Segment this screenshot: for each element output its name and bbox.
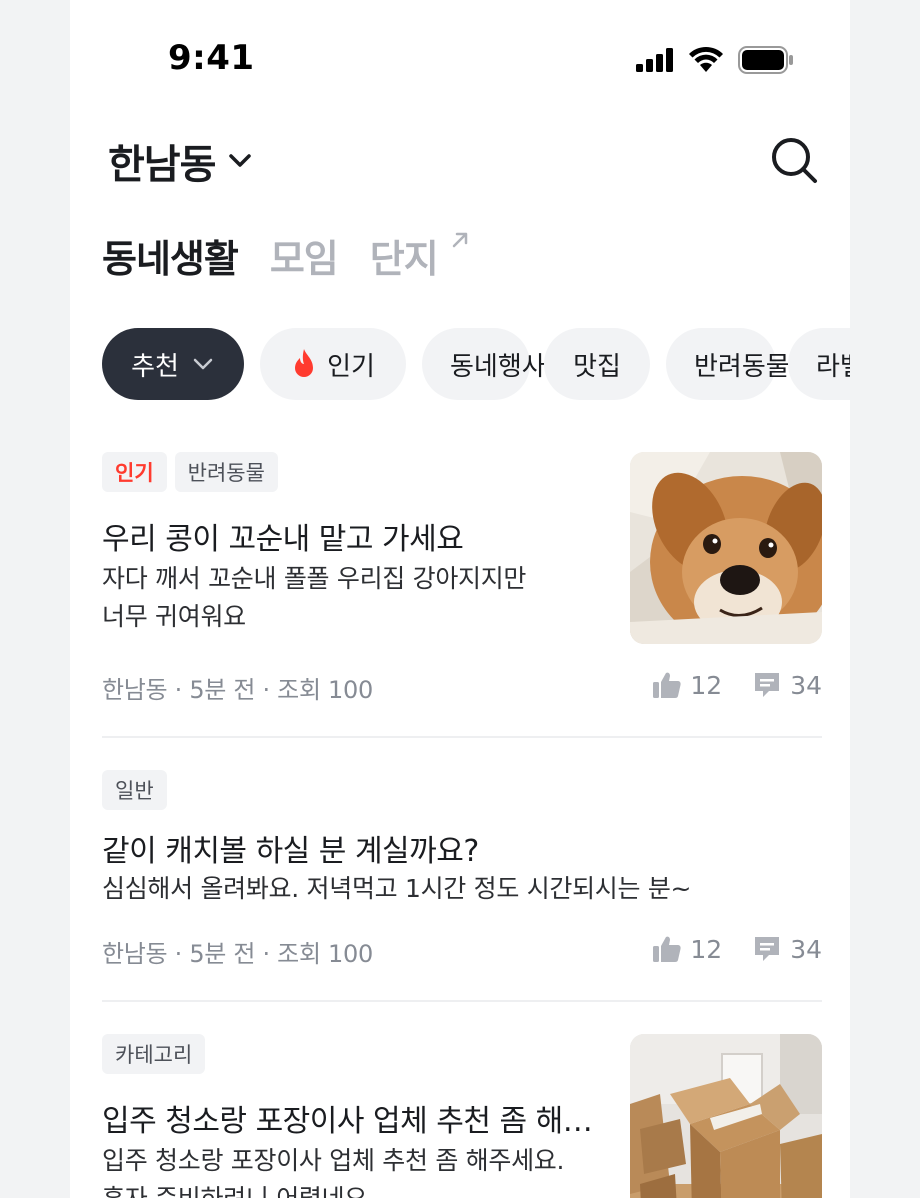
chip-label-more[interactable]: 라벨 xyxy=(788,328,850,400)
post-title: 우리 콩이 꼬순내 맡고 가세요 xyxy=(102,522,464,557)
chip-label: 동네행사 xyxy=(450,351,546,382)
phone-screen: 9:41 한남동 동네생활 모임 단지 추천 인기 동네행사 맛집 반려동물 라… xyxy=(70,0,850,1198)
chip-popular[interactable]: 인기 xyxy=(260,328,406,400)
tab-complex[interactable]: 단지 xyxy=(369,228,467,283)
badge-category: 카테고리 xyxy=(102,1034,206,1074)
tab-neighborhood-life[interactable]: 동네생활 xyxy=(102,228,239,283)
status-bar: 9:41 xyxy=(70,0,850,110)
battery-icon xyxy=(738,46,793,74)
post-body-line: 혼자 준비하려니 어렵네요 xyxy=(102,1180,602,1198)
post-body-line: 심심해서 올려봐요. 저녁먹고 1시간 정도 시간되시는 분~ xyxy=(102,874,692,903)
search-icon[interactable] xyxy=(770,136,818,184)
chip-label: 추천 xyxy=(131,351,179,382)
comment-count: 34 xyxy=(790,670,822,700)
status-icons xyxy=(632,44,794,76)
post-item[interactable]: 일반 같이 캐치볼 하실 분 계실까요? 심심해서 올려봐요. 저녁먹고 1시간… xyxy=(102,770,822,970)
chip-recommended[interactable]: 추천 xyxy=(102,328,244,400)
divider xyxy=(102,1000,822,1002)
moving-boxes-photo xyxy=(630,1034,822,1198)
post-meta: 한남동 · 5분 전 · 조회 100 xyxy=(102,676,373,704)
status-time: 9:41 xyxy=(168,38,255,78)
category-chips: 추천 인기 동네행사 맛집 반려동물 라벨 xyxy=(102,328,850,400)
comment-icon[interactable] xyxy=(752,934,782,964)
post-title: 같이 캐치볼 하실 분 계실까요? xyxy=(102,834,479,869)
thumbs-up-icon[interactable] xyxy=(652,934,682,964)
post-item[interactable]: 카테고리 입주 청소랑 포장이사 업체 추천 좀 해… 입주 청소랑 포장이사 … xyxy=(102,1034,822,1198)
fire-icon xyxy=(295,349,314,377)
tab-meetups[interactable]: 모임 xyxy=(270,228,339,283)
badge-category: 반려동물 xyxy=(174,452,278,492)
post-badges: 일반 xyxy=(102,770,822,810)
chevron-down-icon xyxy=(229,154,252,167)
post-thumbnail-dog xyxy=(630,452,822,644)
post-meta: 한남동 · 5분 전 · 조회 100 xyxy=(102,940,373,968)
wifi-icon xyxy=(689,46,723,72)
chip-label: 맛집 xyxy=(573,351,621,382)
signal-icon xyxy=(636,48,673,72)
post-body: 자다 깨서 꼬순내 폴폴 우리집 강아지지만 너무 귀여워요 xyxy=(102,560,602,636)
location-selector[interactable]: 한남동 xyxy=(108,132,255,190)
chip-local-events[interactable]: 동네행사 xyxy=(422,328,546,400)
post-stats: 12 34 xyxy=(652,670,822,700)
chip-label: 반려동물 xyxy=(694,351,790,382)
post-thumbnail-boxes xyxy=(630,1034,822,1198)
app-header: 한남동 xyxy=(70,118,850,198)
comment-count: 34 xyxy=(790,934,822,964)
thumbs-up-icon[interactable] xyxy=(652,670,682,700)
post-item[interactable]: 인기 반려동물 우리 콩이 꼬순내 맡고 가세요 자다 깨서 꼬순내 폴폴 우리… xyxy=(102,452,822,704)
post-body-line: 자다 깨서 꼬순내 폴폴 우리집 강아지지만 xyxy=(102,564,527,593)
post-body-line: 너무 귀여워요 xyxy=(102,602,246,631)
chip-label: 인기 xyxy=(327,351,375,382)
divider xyxy=(102,736,822,738)
chevron-down-icon xyxy=(193,358,213,370)
badge-category: 일반 xyxy=(102,770,167,810)
chip-restaurants[interactable]: 맛집 xyxy=(544,328,650,400)
comment-icon[interactable] xyxy=(752,670,782,700)
chip-pets[interactable]: 반려동물 xyxy=(666,328,790,400)
post-title: 입주 청소랑 포장이사 업체 추천 좀 해… xyxy=(102,1104,593,1139)
post-body: 입주 청소랑 포장이사 업체 추천 좀 해주세요. 혼자 준비하려니 어렵네요 xyxy=(102,1142,602,1198)
location-label: 한남동 xyxy=(108,142,216,188)
top-tabs: 동네생활 모임 단지 xyxy=(102,228,470,292)
post-stats: 12 34 xyxy=(652,934,822,964)
like-count: 12 xyxy=(690,670,723,700)
like-count: 12 xyxy=(690,934,723,964)
badge-popular: 인기 xyxy=(102,452,167,492)
tab-complex-label: 단지 xyxy=(369,237,439,281)
chip-label: 라벨 xyxy=(816,351,850,382)
external-link-icon xyxy=(452,232,467,248)
post-body-line: 입주 청소랑 포장이사 업체 추천 좀 해주세요. xyxy=(102,1146,565,1175)
post-body: 심심해서 올려봐요. 저녁먹고 1시간 정도 시간되시는 분~ xyxy=(102,870,822,908)
dog-photo xyxy=(630,452,822,644)
